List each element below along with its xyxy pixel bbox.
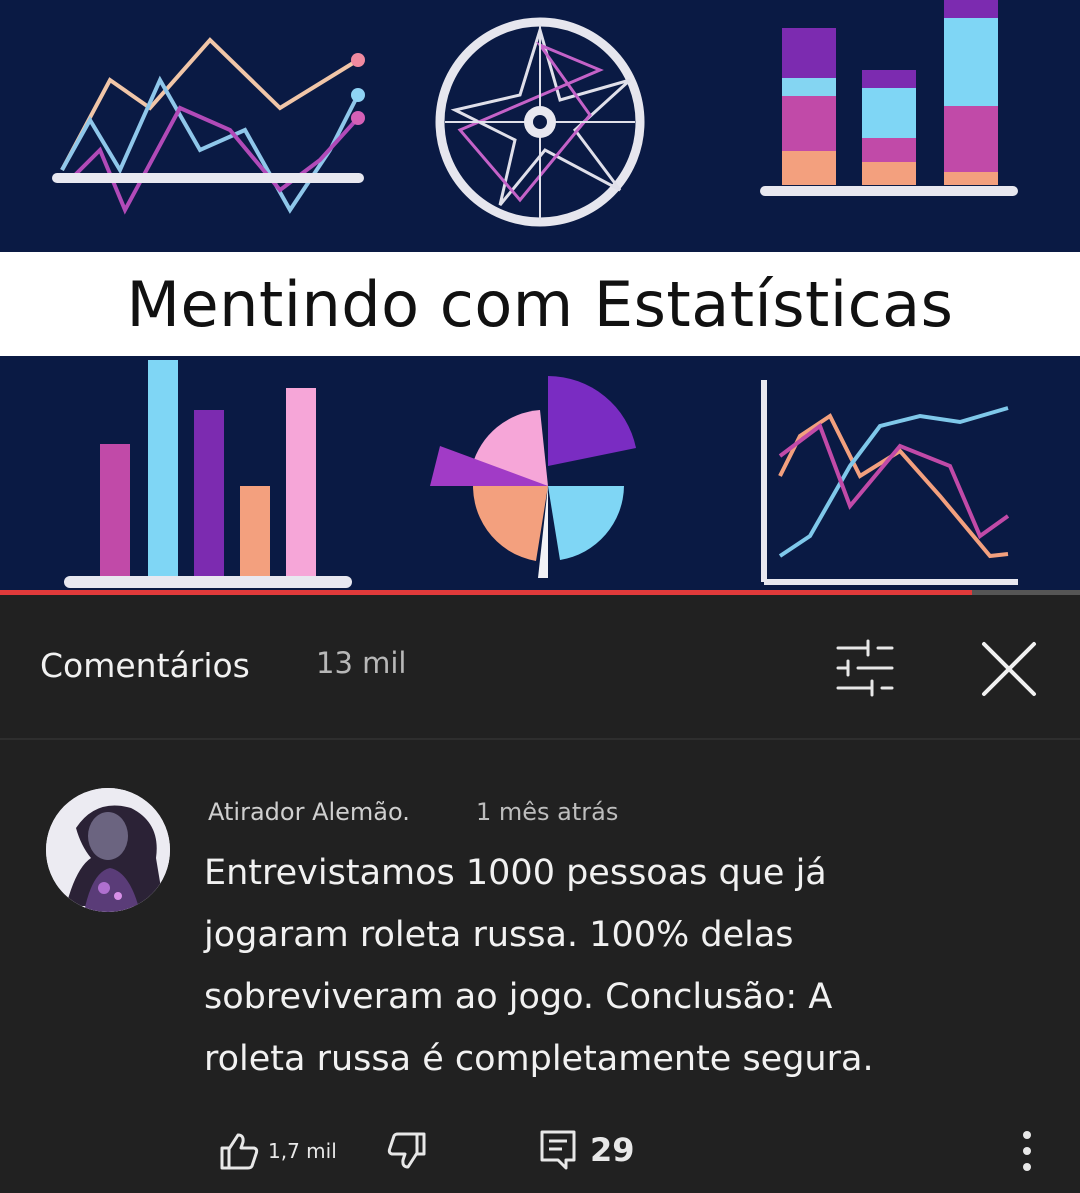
bar-chart-illustration [64, 360, 352, 588]
thumbs-up-icon [220, 1133, 259, 1170]
close-icon [982, 642, 1036, 696]
comments-title: Comentários [40, 646, 250, 685]
video-thumbnail[interactable]: Mentindo com Estatísticas [0, 0, 1080, 595]
line-chart-illustration [52, 37, 365, 215]
radar-chart-illustration [435, 17, 645, 227]
video-title: Mentindo com Estatísticas [126, 267, 954, 341]
reply-button[interactable]: 29 [538, 1124, 635, 1176]
thumbnail-top-band [0, 0, 1080, 252]
header-divider [0, 738, 1080, 740]
comment-line: roleta russa é completamente segura. [204, 1039, 874, 1079]
sort-button[interactable] [830, 638, 900, 698]
comment-line: sobreviveram ao jogo. Conclusão: A [204, 977, 833, 1017]
more-options-button[interactable] [1010, 1126, 1044, 1176]
title-strip: Mentindo com Estatísticas [0, 252, 1080, 356]
multi-line-chart-illustration [761, 380, 1018, 585]
reply-count: 29 [590, 1131, 635, 1169]
dislike-button[interactable] [386, 1128, 432, 1174]
comment-reply-icon [540, 1130, 576, 1170]
comments-count: 13 mil [316, 646, 407, 680]
decorative-charts-bottom [64, 360, 1018, 588]
pie-chart-illustration [430, 376, 636, 578]
avatar[interactable] [46, 788, 170, 912]
close-button[interactable] [976, 636, 1042, 702]
comment-line: Entrevistamos 1000 pessoas que já [204, 853, 827, 893]
sort-filter-icon [836, 639, 894, 697]
like-button[interactable]: 1,7 mil [218, 1128, 337, 1174]
comment-line: jogaram roleta russa. 100% delas [204, 915, 794, 955]
stacked-bar-illustration [760, 0, 1018, 196]
thumbs-down-icon [387, 1132, 426, 1169]
avatar-image [46, 788, 170, 912]
like-count: 1,7 mil [268, 1139, 337, 1163]
comment-author[interactable]: Atirador Alemão. [208, 798, 410, 826]
comment-text: Entrevistamos 1000 pessoas que já jogara… [204, 842, 1004, 1090]
more-vertical-icon [1023, 1131, 1031, 1171]
decorative-charts-top [52, 0, 1018, 227]
thumbnail-bottom-band [0, 356, 1080, 590]
comment-timestamp[interactable]: 1 mês atrás [476, 798, 618, 826]
video-progress-fill [0, 590, 972, 595]
